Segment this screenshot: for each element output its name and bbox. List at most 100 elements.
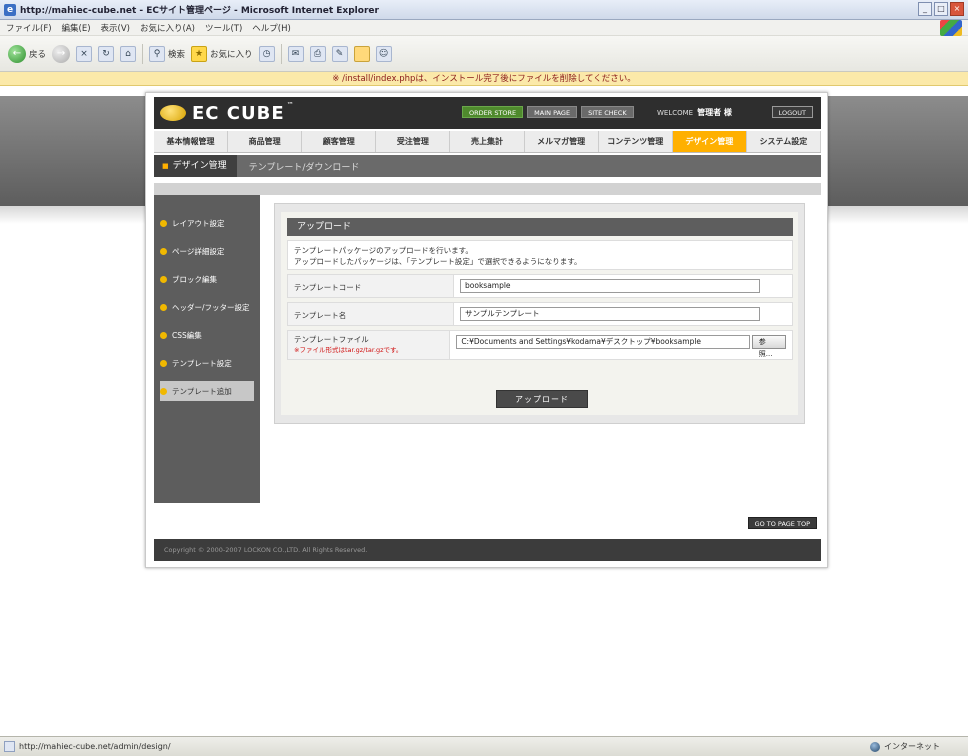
sub-header: デザイン管理 テンプレート/ダウンロード	[154, 155, 821, 177]
sidebar-item-template-settings[interactable]: テンプレート設定	[160, 353, 254, 373]
file-picker: C:¥Documents and Settings¥kodama¥デスクトップ¥…	[456, 335, 786, 358]
sidebar-item-template-add[interactable]: テンプレート追加	[160, 381, 254, 401]
divider-bar	[154, 183, 821, 195]
sidebar-item-label: ブロック編集	[172, 274, 217, 284]
folder-icon[interactable]	[353, 45, 370, 62]
template-code-label: テンプレートコード	[288, 275, 454, 297]
site-check-button[interactable]: SITE CHECK	[581, 106, 634, 118]
menu-help[interactable]: ヘルプ(H)	[252, 22, 291, 34]
category-title: デザイン管理	[154, 155, 237, 177]
zone-label: インターネット	[884, 742, 940, 751]
template-file-label-cell: テンプレートファイル ※ファイル形式はtar.gz/tar.gzです。	[288, 331, 451, 359]
windows-logo-icon	[940, 20, 962, 36]
template-name-row: テンプレート名 サンプルテンプレート	[287, 302, 793, 326]
sidebar-item-css[interactable]: CSS編集	[160, 325, 254, 345]
template-name-label: テンプレート名	[288, 303, 454, 325]
menu-view[interactable]: 表示(V)	[101, 22, 130, 34]
menu-tools[interactable]: ツール(T)	[205, 22, 242, 34]
sidebar: レイアウト設定 ページ詳細設定 ブロック編集 ヘッダー/フッター設定 CSS編集…	[154, 195, 260, 503]
bullet-icon	[160, 359, 167, 367]
refresh-icon[interactable]: ↻	[98, 45, 115, 62]
header-buttons: ORDER STORE MAIN PAGE SITE CHECK	[462, 106, 634, 118]
edit-icon[interactable]: ✎	[331, 45, 348, 62]
order-store-button[interactable]: ORDER STORE	[462, 106, 524, 118]
browser-toolbar: ← 戻る → × ↻ ⌂ ⚲ 検索 ★ お気に入り ◷ ✉ ⎙ ✎ ☺	[0, 36, 968, 72]
sidebar-item-label: テンプレート設定	[172, 358, 232, 368]
logout-button[interactable]: LOGOUT	[771, 106, 813, 118]
eccube-logo[interactable]: EC CUBE ™	[160, 100, 294, 124]
star-icon: ★	[191, 45, 208, 62]
main-page-button[interactable]: MAIN PAGE	[527, 106, 578, 118]
info-bar[interactable]: ※ /install/index.phpは、インストール完了後にファイルを削除し…	[0, 72, 968, 86]
template-code-row: テンプレートコード booksample	[287, 274, 793, 298]
upload-panel-inner: アップロード テンプレートパッケージのアップロードを行います。 アップロードした…	[281, 212, 798, 415]
bullet-icon	[160, 303, 167, 311]
sidebar-item-page-detail[interactable]: ページ詳細設定	[160, 241, 254, 261]
menu-edit[interactable]: 編集(E)	[62, 22, 91, 34]
status-bar: http://mahiec-cube.net/admin/design/ インタ…	[0, 736, 968, 756]
template-file-label: テンプレートファイル	[294, 335, 369, 344]
home-icon[interactable]: ⌂	[120, 45, 137, 62]
favorites-button[interactable]: ★ お気に入り	[191, 45, 253, 62]
page-icon	[4, 741, 15, 752]
nav-design[interactable]: デザイン管理	[672, 131, 747, 152]
upload-description: テンプレートパッケージのアップロードを行います。 アップロードしたパッケージは、…	[287, 240, 793, 270]
back-button[interactable]: ← 戻る	[8, 44, 47, 63]
page-title: テンプレート/ダウンロード	[248, 162, 360, 173]
template-file-note: ※ファイル形式はtar.gz/tar.gzです。	[294, 346, 403, 354]
admin-shell: EC CUBE ™ ORDER STORE MAIN PAGE SITE CHE…	[145, 92, 828, 568]
history-icon[interactable]: ◷	[258, 45, 275, 62]
nav-orders[interactable]: 受注管理	[376, 131, 451, 152]
nav-mailmag[interactable]: メルマガ管理	[525, 131, 599, 152]
nav-products[interactable]: 商品管理	[228, 131, 303, 152]
menu-favorites[interactable]: お気に入り(A)	[140, 22, 195, 34]
bullet-icon	[160, 219, 167, 227]
template-code-input[interactable]: booksample	[460, 279, 760, 293]
user-name: 管理者 様	[697, 108, 732, 117]
description-line: テンプレートパッケージのアップロードを行います。	[294, 246, 473, 255]
search-button[interactable]: ⚲ 検索	[149, 45, 186, 62]
upload-button[interactable]: アップロード	[496, 390, 588, 408]
nav-customers[interactable]: 顧客管理	[302, 131, 377, 152]
sidebar-item-label: レイアウト設定	[172, 218, 225, 228]
nav-contents[interactable]: コンテンツ管理	[599, 131, 673, 152]
back-arrow-icon: ←	[8, 44, 26, 63]
menu-file[interactable]: ファイル(F)	[6, 22, 52, 34]
logo-tm: ™	[286, 100, 294, 109]
sidebar-item-header-footer[interactable]: ヘッダー/フッター設定	[160, 297, 254, 317]
bullet-icon	[160, 387, 167, 395]
sidebar-item-layout[interactable]: レイアウト設定	[160, 213, 254, 233]
print-icon[interactable]: ⎙	[309, 45, 326, 62]
template-file-input[interactable]: C:¥Documents and Settings¥kodama¥デスクトップ¥…	[456, 335, 750, 349]
minimize-button[interactable]: _	[918, 2, 932, 16]
close-button[interactable]: ×	[950, 2, 964, 16]
logo-coin-icon	[160, 105, 186, 121]
globe-icon	[870, 741, 880, 752]
search-label: 検索	[168, 49, 186, 60]
stop-icon[interactable]: ×	[76, 45, 93, 62]
messenger-icon[interactable]: ☺	[375, 45, 392, 62]
toolbar-separator	[280, 43, 282, 64]
sidebar-item-block[interactable]: ブロック編集	[160, 269, 254, 289]
forward-icon[interactable]: →	[52, 44, 71, 63]
template-name-input[interactable]: サンプルテンプレート	[460, 307, 760, 321]
nav-system[interactable]: システム設定	[747, 131, 821, 152]
template-file-row: テンプレートファイル ※ファイル形式はtar.gz/tar.gzです。 C:¥D…	[287, 330, 793, 360]
menu-bar: ファイル(F) 編集(E) 表示(V) お気に入り(A) ツール(T) ヘルプ(…	[0, 20, 968, 36]
bullet-icon	[160, 331, 167, 339]
back-label: 戻る	[29, 49, 47, 60]
maximize-button[interactable]: □	[934, 2, 948, 16]
window-titlebar: e http://mahiec-cube.net - ECサイト管理ページ - …	[0, 0, 968, 20]
page-top-button[interactable]: GO TO PAGE TOP	[747, 517, 817, 529]
mail-icon[interactable]: ✉	[287, 45, 304, 62]
admin-header: EC CUBE ™ ORDER STORE MAIN PAGE SITE CHE…	[154, 97, 821, 129]
status-url: http://mahiec-cube.net/admin/design/	[19, 742, 171, 751]
sidebar-item-label: CSS編集	[172, 330, 202, 340]
browse-button[interactable]: 参照...	[751, 335, 786, 358]
nav-sales[interactable]: 売上集計	[450, 131, 525, 152]
toolbar-separator	[142, 43, 144, 64]
sidebar-item-label: ページ詳細設定	[172, 246, 225, 256]
sidebar-item-label: テンプレート追加	[172, 386, 232, 396]
nav-basic[interactable]: 基本情報管理	[154, 131, 229, 152]
favorites-label: お気に入り	[210, 49, 253, 60]
